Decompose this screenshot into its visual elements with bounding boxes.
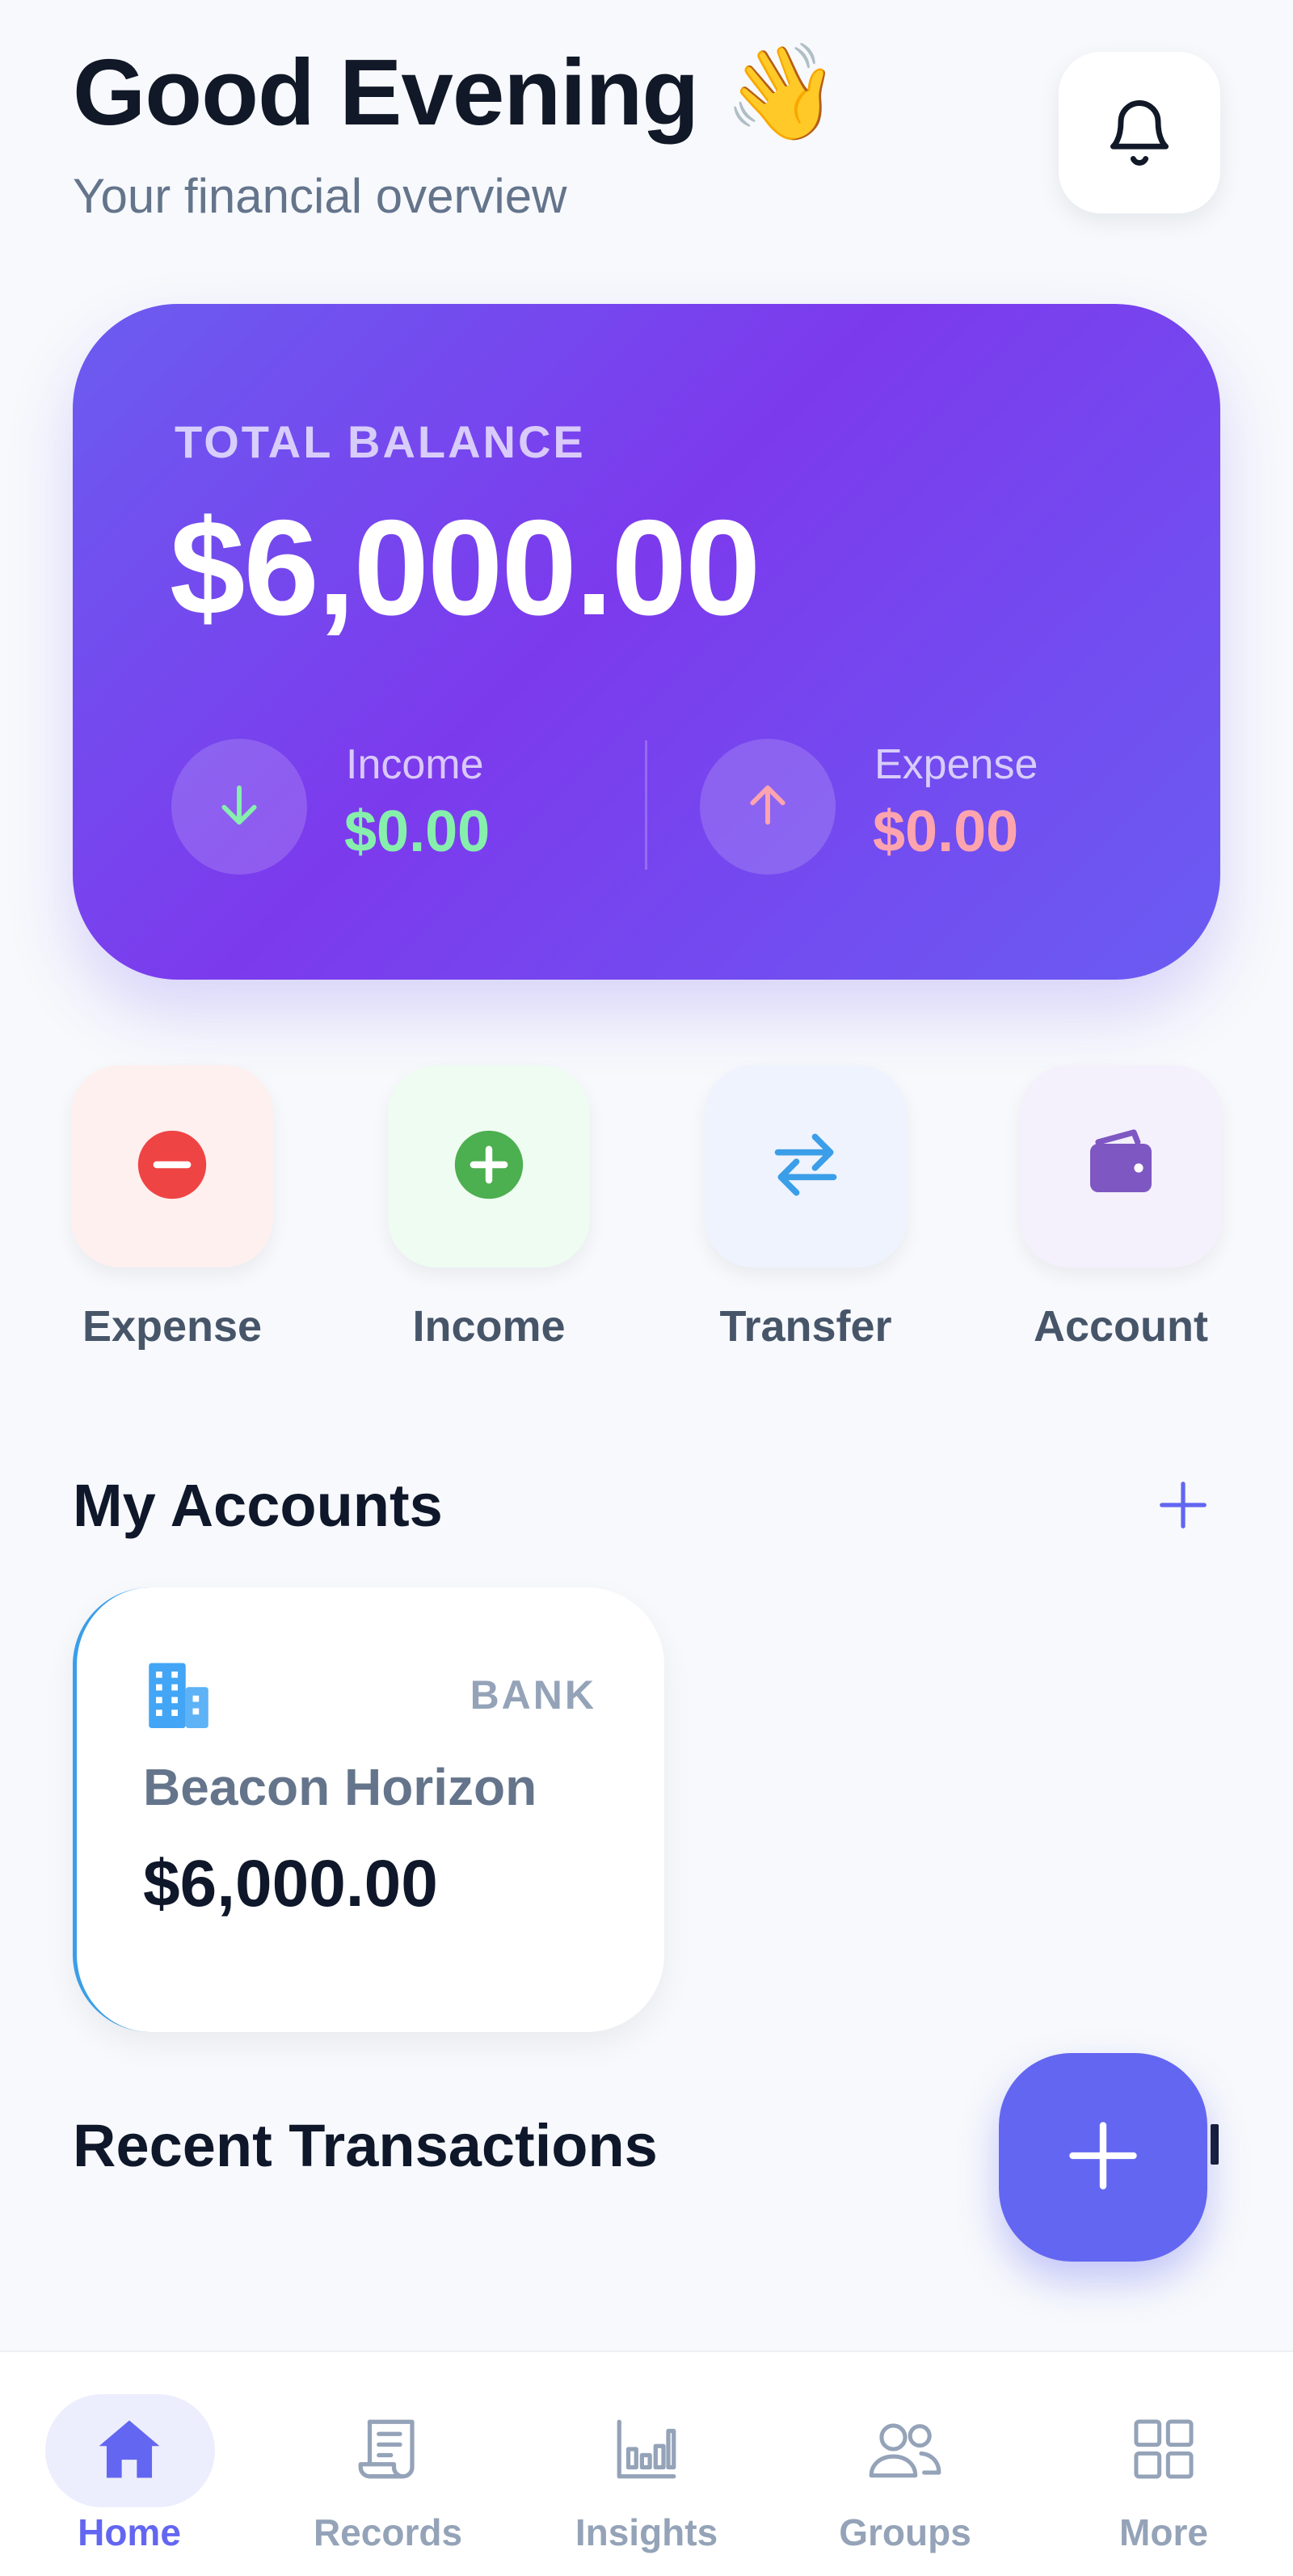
home-icon: [89, 2409, 170, 2490]
expense-indicator: [700, 739, 836, 875]
transfer-button[interactable]: [705, 1065, 907, 1267]
transfer-arrows-icon: [769, 1128, 843, 1206]
plus-icon: [1063, 2115, 1143, 2200]
balance-card: TOTAL BALANCE $6,000.00 Income $0.00 Exp…: [73, 304, 1220, 980]
see-all-link-fragment[interactable]: [1211, 2124, 1219, 2165]
users-icon: [865, 2409, 946, 2490]
expense-action-label: Expense: [82, 1302, 263, 1351]
income-action-label: Income: [412, 1302, 566, 1351]
add-transaction-fab[interactable]: [999, 2053, 1207, 2262]
minus-circle-icon: [135, 1128, 209, 1206]
nav-more[interactable]: More: [1034, 2352, 1293, 2576]
nav-home[interactable]: Home: [0, 2352, 259, 2576]
income-indicator: [171, 739, 307, 875]
account-name: Beacon Horizon: [143, 1758, 537, 1816]
grid-icon: [1123, 2409, 1204, 2490]
nav-insights-label: Insights: [575, 2511, 718, 2553]
bottom-nav: Home Records Insights Groups More: [0, 2350, 1293, 2576]
recent-transactions-title: Recent Transactions: [73, 2112, 658, 2179]
nav-home-label: Home: [78, 2511, 181, 2553]
add-income-button[interactable]: [388, 1065, 590, 1267]
add-expense-button[interactable]: [71, 1065, 273, 1267]
nav-groups[interactable]: Groups: [776, 2352, 1034, 2576]
transfer-action-label: Transfer: [719, 1302, 892, 1351]
notifications-button[interactable]: [1059, 52, 1220, 213]
greeting-subtitle: Your financial overview: [73, 169, 567, 223]
add-account-button[interactable]: [1148, 1471, 1219, 1542]
add-account-action-button[interactable]: [1020, 1065, 1222, 1267]
receipt-icon: [347, 2409, 428, 2490]
arrow-down-icon: [213, 779, 265, 835]
building-icon: [145, 1659, 213, 1734]
my-accounts-title: My Accounts: [73, 1472, 443, 1539]
expense-label: Expense: [874, 741, 1038, 788]
account-card[interactable]: BANK Beacon Horizon $6,000.00: [73, 1587, 664, 2032]
account-balance: $6,000.00: [143, 1847, 438, 1920]
balance-divider: [645, 740, 647, 870]
nav-records[interactable]: Records: [259, 2352, 517, 2576]
nav-records-label: Records: [313, 2511, 463, 2553]
bar-chart-icon: [606, 2409, 687, 2490]
expense-value: $0.00: [873, 799, 1019, 864]
income-value: $0.00: [344, 799, 491, 864]
plus-circle-icon: [452, 1128, 526, 1206]
wallet-icon: [1082, 1126, 1160, 1208]
nav-groups-label: Groups: [839, 2511, 971, 2553]
bell-icon: [1102, 91, 1177, 175]
account-type-badge: BANK: [470, 1672, 596, 1718]
plus-icon: [1155, 1477, 1211, 1537]
balance-label: TOTAL BALANCE: [175, 416, 586, 467]
nav-insights[interactable]: Insights: [517, 2352, 776, 2576]
account-action-label: Account: [1034, 1302, 1208, 1351]
greeting-title: Good Evening 👋: [73, 40, 840, 145]
nav-more-label: More: [1119, 2511, 1208, 2553]
arrow-up-icon: [742, 779, 794, 835]
balance-amount: $6,000.00: [170, 491, 760, 643]
income-label: Income: [346, 741, 484, 788]
